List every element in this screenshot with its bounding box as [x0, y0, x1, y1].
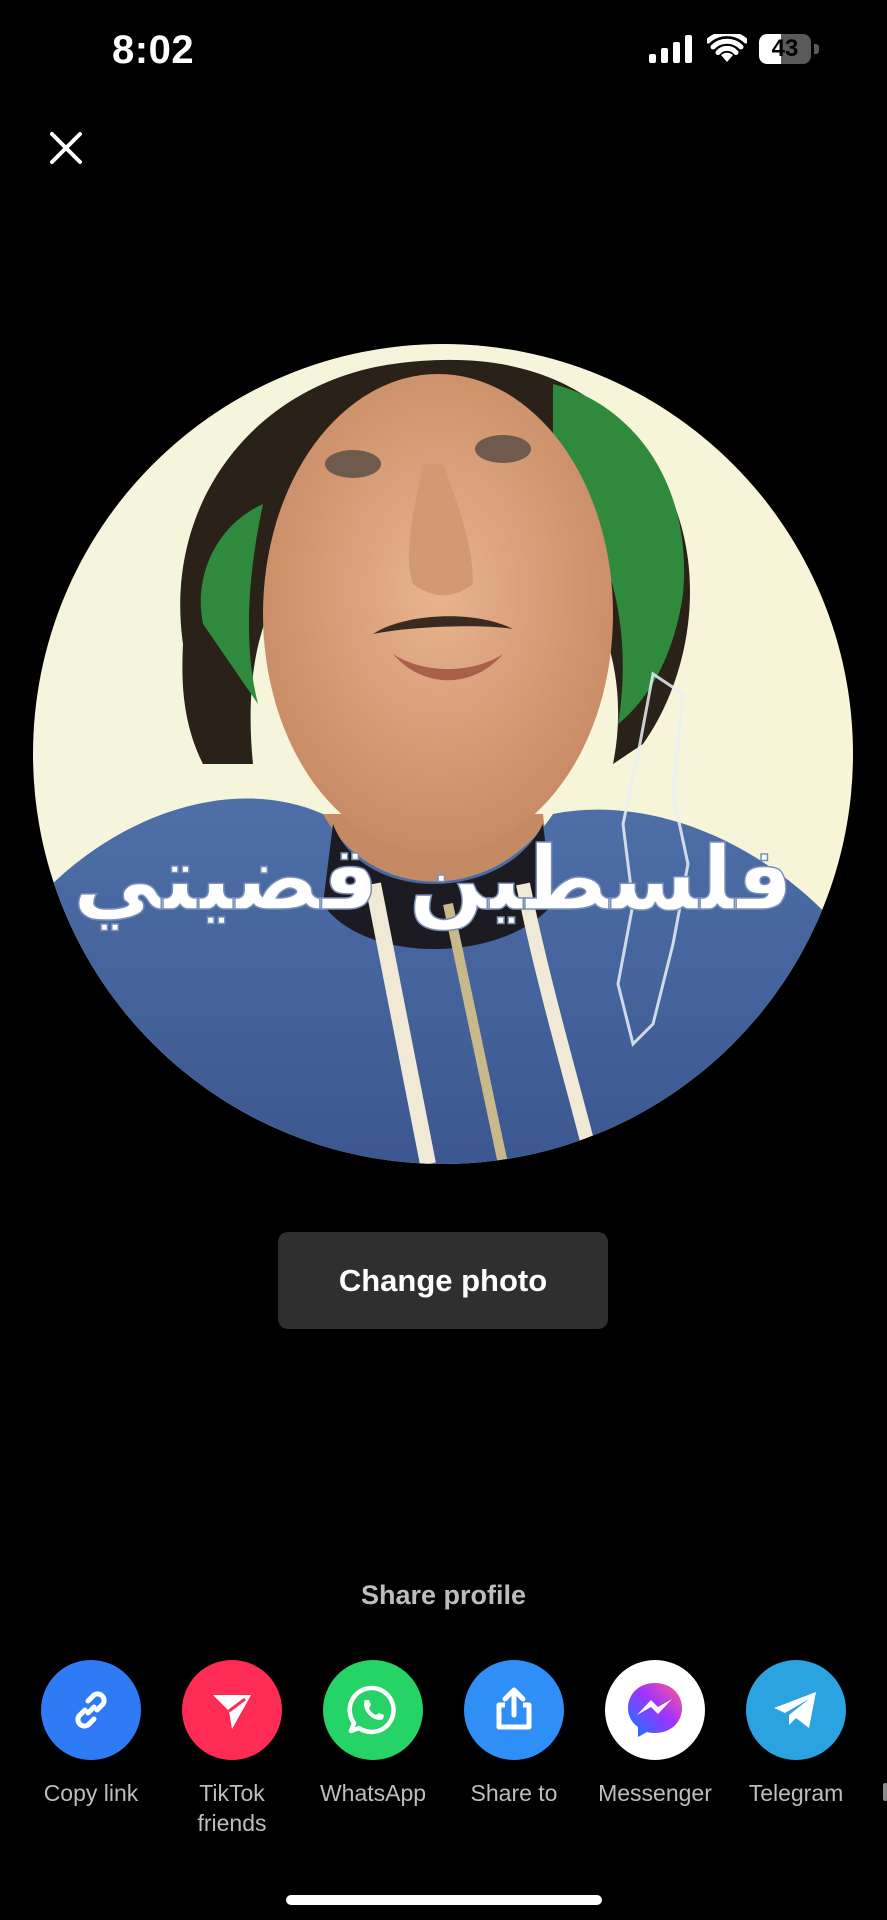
telegram-icon	[774, 1692, 816, 1728]
close-button[interactable]	[42, 124, 90, 172]
share-profile-title: Share profile	[360, 1580, 527, 1610]
cellular-signal-icon	[649, 35, 692, 63]
share-copy-link[interactable]: Copy link	[21, 1660, 161, 1808]
share-label: WhatsApp	[319, 1780, 427, 1806]
share-to[interactable]: Share to	[444, 1660, 584, 1808]
change-photo-button[interactable]: Change photo	[278, 1232, 608, 1329]
battery-percent: 43	[771, 35, 799, 62]
paper-plane-icon	[213, 1695, 251, 1729]
share-tiktok-friends[interactable]: TikTok friends	[162, 1660, 302, 1838]
status-icons: 43	[649, 34, 819, 64]
share-messenger[interactable]: Messenger	[585, 1660, 725, 1808]
share-whatsapp[interactable]: WhatsApp	[303, 1660, 443, 1808]
share-upload-icon	[496, 1687, 532, 1730]
link-icon	[75, 1691, 107, 1729]
share-label: Messenger	[598, 1780, 712, 1806]
share-circle	[41, 1660, 141, 1760]
more-share-options-hint	[883, 1783, 887, 1801]
share-label: Share to	[470, 1780, 558, 1806]
status-bar: 8:02 43	[0, 0, 887, 104]
share-telegram[interactable]: Telegram	[726, 1660, 866, 1808]
whatsapp-icon	[347, 1685, 396, 1735]
share-circle	[323, 1660, 423, 1760]
share-label: TikTok friends	[197, 1780, 267, 1836]
photo-overlay-text: فلسطين قضيتي	[73, 827, 793, 931]
share-label: Copy link	[43, 1780, 139, 1806]
share-label: Telegram	[748, 1780, 844, 1806]
share-options: Copy link TikTok friends WhatsApp Share …	[0, 1660, 887, 1850]
home-indicator	[286, 1895, 602, 1905]
share-circle	[746, 1660, 846, 1760]
share-circle	[182, 1660, 282, 1760]
battery-icon: 43	[759, 34, 819, 64]
wifi-icon	[707, 34, 747, 62]
share-circle	[464, 1660, 564, 1760]
messenger-icon	[628, 1683, 682, 1737]
close-icon	[50, 132, 82, 164]
status-time: 8:02	[112, 28, 195, 72]
share-circle	[605, 1660, 705, 1760]
profile-photo: فلسطين قضيتي	[33, 344, 853, 1164]
